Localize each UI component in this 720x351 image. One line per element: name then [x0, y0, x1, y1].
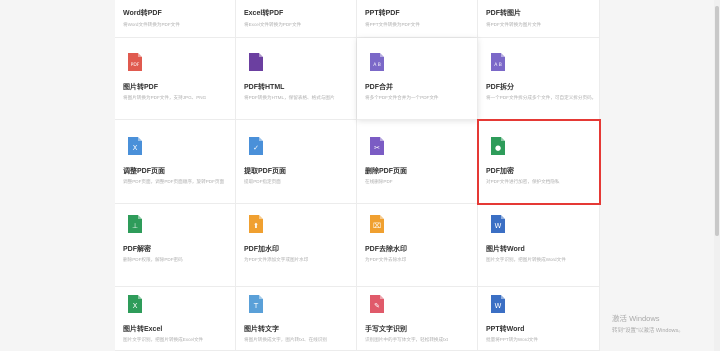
tool-description: 图片文字识别，把图片转换成Word文件 — [486, 257, 566, 262]
svg-text:W: W — [495, 222, 502, 230]
tool-title: 图片转PDF — [123, 84, 158, 91]
tool-description: 将图片转换为PDF文件，支持JPG、PNG — [123, 95, 207, 100]
tool-title: PDF解密 — [123, 246, 151, 253]
tool-title: 图片转文字 — [244, 326, 279, 333]
tool-title: Word转PDF — [123, 10, 162, 17]
tool-title: PPT转Word — [486, 326, 525, 333]
tool-card[interactable]: PPT转PDF 将PPT文件转换为PDF文件 — [357, 0, 478, 38]
windows-activation-watermark: 激活 Windows 转到"设置"以激活 Windows。 — [612, 313, 684, 334]
svg-text:X: X — [133, 302, 138, 310]
tool-grid: Word转PDF 将Word文件转换为PDF文件 Excel转PDF 将Excel文件… — [115, 0, 601, 351]
tool-title: 删除PDF页面 — [365, 168, 407, 175]
tool-description: 将图片转换成文字，图片转txt、在线识别 — [244, 337, 327, 342]
tool-description: 删除PDF权限，解除PDF密码 — [123, 257, 183, 262]
tool-description: 将PDF文件转换为图片文件 — [486, 22, 542, 27]
tool-description: 将PDF转换为HTML，保留表格、格式与图片 — [244, 95, 335, 100]
tool-card[interactable]: T 图片转文字将图片转换成文字，图片转txt、在线识别 — [236, 287, 357, 351]
tool-card[interactable]: PDF转图片将PDF文件转换为图片文件 — [478, 0, 600, 38]
image-to-pdf-icon: PDF — [125, 52, 145, 72]
tool-title: 提取PDF页面 — [244, 168, 286, 175]
tool-title: PDF去除水印 — [365, 246, 407, 253]
tool-card[interactable]: X 图片转Excel 图片文字识别，把图片转换成Excel文件 — [115, 287, 236, 351]
split-icon: A B — [488, 52, 508, 72]
tool-description: 将多个PDF文件合并为一个PDF文件 — [365, 95, 439, 100]
svg-text:⬆: ⬆ — [253, 222, 259, 230]
ppt-to-word-icon: W — [488, 294, 508, 314]
tool-description: 将一个PDF文件拆分成多个文件，可自定义拆分页码，可按页面拆分 — [486, 95, 595, 100]
image-to-word-icon: W — [488, 214, 508, 234]
svg-text:T: T — [253, 302, 259, 310]
tool-title: Excel转PDF — [244, 10, 284, 17]
tool-card[interactable]: A B PDF合并将多个PDF文件合并为一个PDF文件 — [357, 38, 478, 120]
tool-description: 提取PDF指定页面 — [244, 179, 281, 184]
tool-card[interactable]: ⊥ PDF解密删除PDF权限，解除PDF密码 — [115, 204, 236, 287]
tool-card[interactable]: W PPT转Word 批量将PPT转为Word文件 — [478, 287, 600, 351]
tool-description: 将Word文件转换为PDF文件 — [123, 22, 180, 27]
tool-card[interactable]: Excel转PDF 将Excel文件转换为PDF文件 — [236, 0, 357, 38]
tool-title: 手写文字识别 — [365, 326, 407, 333]
svg-text:⌧: ⌧ — [373, 222, 381, 230]
extract-page-icon: ✓ — [246, 136, 266, 156]
page-scrollbar[interactable] — [714, 0, 720, 351]
svg-text:⊥: ⊥ — [132, 222, 138, 230]
svg-text:W: W — [495, 302, 502, 310]
scroll-thumb[interactable] — [715, 6, 719, 236]
watermark-title: 激活 Windows — [612, 314, 660, 323]
tool-description: 批量将PPT转为Word文件 — [486, 337, 538, 342]
svg-text:●: ● — [495, 144, 501, 152]
adjust-page-icon: X — [125, 136, 145, 156]
tool-description: 将PPT文件转换为PDF文件 — [365, 22, 420, 27]
tool-card[interactable]: ⌧ PDF去除水印 为PDF文件去除水印 — [357, 204, 478, 287]
tool-card[interactable]: PDF转HTML 将PDF转换为HTML，保留表格、格式与图片 — [236, 38, 357, 120]
tool-card[interactable]: ✎ 手写文字识别识别图片中的手写体文字，轻松转换成txt — [357, 287, 478, 351]
tool-description: 为PDF文件添加文字或图片水印 — [244, 257, 309, 262]
tool-title: PDF合并 — [365, 84, 393, 91]
tool-card[interactable]: ⬆ PDF加水印为PDF文件添加文字或图片水印 — [236, 204, 357, 287]
tool-title: PPT转PDF — [365, 10, 400, 17]
image-to-excel-icon: X — [125, 294, 145, 314]
tool-description: 在线删除PDF — [365, 179, 393, 184]
tool-title: PDF拆分 — [486, 84, 514, 91]
add-watermark-icon: ⬆ — [246, 214, 266, 234]
tool-description: 调整PDF页面，调整PDF页面顺序，旋转PDF页面 — [123, 179, 225, 184]
tool-description: 图片文字识别，把图片转换成Excel文件 — [123, 337, 204, 342]
tool-title: 图片转Excel — [123, 326, 163, 333]
tool-card[interactable]: Word转PDF 将Word文件转换为PDF文件 — [115, 0, 236, 38]
tool-title: 图片转Word — [486, 246, 525, 253]
svg-text:✂: ✂ — [374, 144, 380, 152]
tool-card[interactable]: X 调整PDF页面调整PDF页面，调整PDF页面顺序，旋转PDF页面 — [115, 120, 236, 204]
handwriting-icon: ✎ — [367, 294, 387, 314]
svg-text:A B: A B — [373, 62, 381, 68]
html-icon — [246, 52, 266, 72]
tool-card[interactable]: PDF 图片转PDF 将图片转换为PDF文件，支持JPG、PNG — [115, 38, 236, 120]
unlock-icon: ⊥ — [125, 214, 145, 234]
tool-card[interactable]: ✂ 删除PDF页面 在线删除PDF — [357, 120, 478, 204]
svg-text:PDF: PDF — [131, 62, 140, 68]
svg-text:✓: ✓ — [253, 144, 259, 152]
watermark-subtitle: 转到"设置"以激活 Windows。 — [612, 328, 684, 334]
tool-title: 调整PDF页面 — [123, 168, 165, 175]
image-to-text-icon: T — [246, 294, 266, 314]
tool-title: PDF转HTML — [244, 84, 285, 91]
tool-card[interactable]: A B PDF拆分将一个PDF文件拆分成多个文件，可自定义拆分页码，可按页面拆分 — [478, 38, 600, 120]
tool-description: 对PDF文件进行加密，保护文档隐私 — [486, 179, 560, 184]
tool-description: 将Excel文件转换为PDF文件 — [244, 22, 302, 27]
svg-text:X: X — [133, 144, 138, 152]
remove-watermark-icon: ⌧ — [367, 214, 387, 234]
tool-title: PDF加密 — [486, 168, 514, 175]
svg-text:A B: A B — [494, 62, 502, 68]
tool-card[interactable]: ● PDF加密对PDF文件进行加密，保护文档隐私 — [477, 119, 601, 205]
tool-card[interactable]: ✓ 提取PDF页面 提取PDF指定页面 — [236, 120, 357, 204]
tool-description: 为PDF文件去除水印 — [365, 257, 407, 262]
encrypt-icon: ● — [488, 136, 508, 156]
tool-title: PDF加水印 — [244, 246, 279, 253]
tool-description: 识别图片中的手写体文字，轻松转换成txt — [365, 337, 448, 342]
delete-page-icon: ✂ — [367, 136, 387, 156]
svg-text:✎: ✎ — [374, 302, 380, 310]
tool-title: PDF转图片 — [486, 10, 521, 17]
tool-card[interactable]: W 图片转Word 图片文字识别，把图片转换成Word文件 — [478, 204, 600, 287]
merge-icon: A B — [367, 52, 387, 72]
